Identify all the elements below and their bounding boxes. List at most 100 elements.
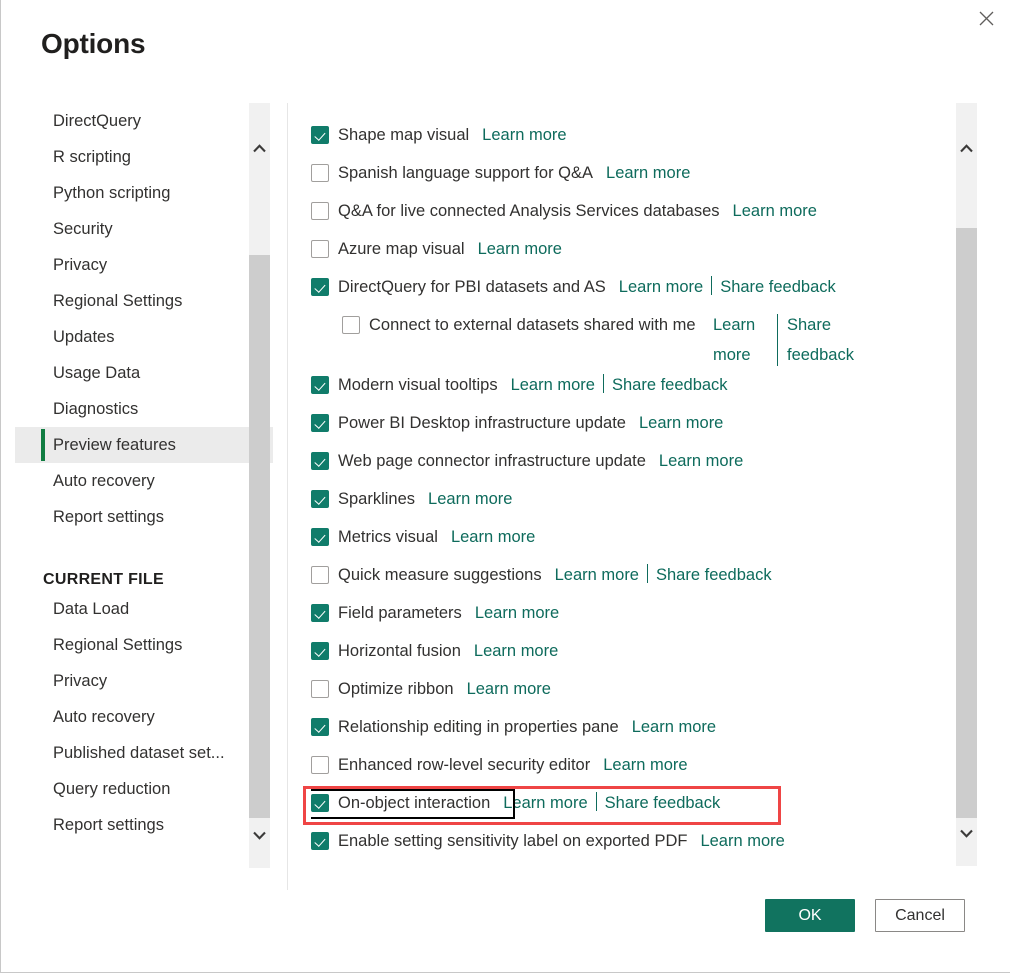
chevron-down-icon[interactable] <box>249 824 270 846</box>
sidebar-item-report-settings[interactable]: Report settings <box>15 807 273 843</box>
preview-feature-links: Learn more <box>733 196 817 226</box>
checkbox-horizontal-fusion[interactable] <box>311 642 329 660</box>
checkbox-metrics-visual[interactable] <box>311 528 329 546</box>
sidebar-item-directquery[interactable]: DirectQuery <box>15 103 273 139</box>
checkbox-modern-visual-tooltips[interactable] <box>311 376 329 394</box>
preview-feature-links: Learn more <box>475 598 559 628</box>
learn-more-link[interactable]: Learn more <box>511 370 595 400</box>
share-feedback-link[interactable]: Share feedback <box>612 370 728 400</box>
chevron-down-icon[interactable] <box>956 822 977 844</box>
close-icon[interactable] <box>963 1 1009 35</box>
learn-more-link[interactable]: Learn more <box>700 826 784 856</box>
preview-feature-row-relationship-editing-in-properties-pane: Relationship editing in properties pane L… <box>311 712 951 750</box>
share-feedback-link[interactable]: Share feedback <box>787 310 857 370</box>
learn-more-link[interactable]: Learn more <box>733 196 817 226</box>
checkbox-enable-setting-sensitivity-label-on-exported-pdf[interactable] <box>311 832 329 850</box>
checkbox-q-a-for-live-connected-analysis-services-databases[interactable] <box>311 202 329 220</box>
preview-feature-label: Connect to external datasets shared with… <box>369 316 696 334</box>
sidebar-item-r-scripting[interactable]: R scripting <box>15 139 273 175</box>
share-feedback-link[interactable]: Share feedback <box>720 272 836 302</box>
preview-feature-label: On-object interaction <box>338 794 491 812</box>
learn-more-link[interactable]: Learn more <box>619 272 703 302</box>
checkbox-spanish-language-support-for-q-a[interactable] <box>311 164 329 182</box>
checkbox-web-page-connector-infrastructure-update[interactable] <box>311 452 329 470</box>
sidebar-item-diagnostics[interactable]: Diagnostics <box>15 391 273 427</box>
learn-more-link[interactable]: Learn more <box>639 408 723 438</box>
sidebar-item-usage-data[interactable]: Usage Data <box>15 355 273 391</box>
learn-more-link[interactable]: Learn more <box>503 788 587 818</box>
preview-feature-row-q-a-for-live-connected-analysis-services-databases: Q&A for live connected Analysis Services… <box>311 196 951 234</box>
learn-more-link[interactable]: Learn more <box>659 446 743 476</box>
dialog-footer: OK Cancel <box>765 899 965 932</box>
cancel-button[interactable]: Cancel <box>875 899 965 932</box>
sidebar-item-report-settings[interactable]: Report settings <box>15 499 273 535</box>
learn-more-link[interactable]: Learn more <box>606 158 690 188</box>
checkbox-connect-to-external-datasets-shared-with-me[interactable] <box>342 316 360 334</box>
chevron-up-icon[interactable] <box>249 137 270 159</box>
sidebar-item-published-dataset-set[interactable]: Published dataset set... <box>15 735 273 771</box>
sidebar-item-security[interactable]: Security <box>15 211 273 247</box>
share-feedback-link[interactable]: Share feedback <box>656 560 772 590</box>
chevron-up-icon[interactable] <box>956 137 977 159</box>
preview-features-list: Shape map visual Learn more Spanish langua… <box>311 120 951 870</box>
checkbox-field-parameters[interactable] <box>311 604 329 622</box>
preview-feature-label: Metrics visual <box>338 528 438 546</box>
preview-feature-links: Learn more <box>659 446 743 476</box>
checkbox-azure-map-visual[interactable] <box>311 240 329 258</box>
learn-more-link[interactable]: Learn more <box>475 598 559 628</box>
learn-more-link[interactable]: Learn more <box>555 560 639 590</box>
preview-feature-links: Learn more Share feedback <box>503 788 720 818</box>
checkbox-enhanced-row-level-security-editor[interactable] <box>311 756 329 774</box>
checkbox-shape-map-visual[interactable] <box>311 126 329 144</box>
sidebar-item-auto-recovery[interactable]: Auto recovery <box>15 463 273 499</box>
preview-feature-row-field-parameters: Field parameters Learn more <box>311 598 951 636</box>
checkbox-sparklines[interactable] <box>311 490 329 508</box>
sidebar-item-privacy[interactable]: Privacy <box>15 247 273 283</box>
learn-more-link[interactable]: Learn more <box>603 750 687 780</box>
preview-feature-label: Power BI Desktop infrastructure update <box>338 414 626 432</box>
share-feedback-link[interactable]: Share feedback <box>605 788 721 818</box>
sidebar-item-regional-settings[interactable]: Regional Settings <box>15 627 273 663</box>
sidebar-item-data-load[interactable]: Data Load <box>15 591 273 627</box>
learn-more-link[interactable]: Learn more <box>632 712 716 742</box>
checkbox-quick-measure-suggestions[interactable] <box>311 566 329 584</box>
preview-feature-row-azure-map-visual: Azure map visual Learn more <box>311 234 951 272</box>
learn-more-link[interactable]: Learn more <box>474 636 558 666</box>
options-sidebar: DirectQuery R scripting Python scripting Se… <box>15 103 273 873</box>
learn-more-link[interactable]: Learn more <box>482 120 566 150</box>
preview-feature-row-sparklines: Sparklines Learn more <box>311 484 951 522</box>
sidebar-item-regional-settings[interactable]: Regional Settings <box>15 283 273 319</box>
sidebar-scrollbar[interactable] <box>249 103 270 868</box>
content-scrollbar-thumb[interactable] <box>956 228 977 818</box>
learn-more-link[interactable]: Learn more <box>478 234 562 264</box>
content-scrollbar[interactable] <box>956 103 977 866</box>
preview-feature-row-shape-map-visual: Shape map visual Learn more <box>311 120 951 158</box>
preview-feature-links: Learn more <box>606 158 690 188</box>
learn-more-link[interactable]: Learn more <box>451 522 535 552</box>
preview-feature-label: Sparklines <box>338 490 416 508</box>
sidebar-item-privacy[interactable]: Privacy <box>15 663 273 699</box>
checkbox-directquery-for-pbi-datasets-and-as[interactable] <box>311 278 329 296</box>
preview-feature-row-horizontal-fusion: Horizontal fusion Learn more <box>311 636 951 674</box>
preview-feature-links: Learn more Share feedback <box>713 310 857 370</box>
learn-more-link[interactable]: Learn more <box>713 310 769 370</box>
sidebar-scrollbar-thumb[interactable] <box>249 255 270 818</box>
preview-feature-links: Learn more <box>467 674 551 704</box>
checkbox-relationship-editing-in-properties-pane[interactable] <box>311 718 329 736</box>
checkbox-power-bi-desktop-infrastructure-update[interactable] <box>311 414 329 432</box>
sidebar-item-preview-features[interactable]: Preview features <box>15 427 273 463</box>
sidebar-item-auto-recovery[interactable]: Auto recovery <box>15 699 273 735</box>
learn-more-link[interactable]: Learn more <box>467 674 551 704</box>
ok-button[interactable]: OK <box>765 899 855 932</box>
preview-feature-row-power-bi-desktop-infrastructure-update: Power BI Desktop infrastructure update Le… <box>311 408 951 446</box>
sidebar-item-python-scripting[interactable]: Python scripting <box>15 175 273 211</box>
learn-more-link[interactable]: Learn more <box>428 484 512 514</box>
sidebar-item-query-reduction[interactable]: Query reduction <box>15 771 273 807</box>
link-separator <box>602 374 604 393</box>
checkbox-on-object-interaction[interactable] <box>311 794 329 812</box>
sidebar-item-updates[interactable]: Updates <box>15 319 273 355</box>
preview-feature-links: Learn more <box>603 750 687 780</box>
options-dialog: Options DirectQuery R scripting Python scr… <box>0 0 1010 973</box>
preview-feature-label: Relationship editing in properties pane <box>338 718 619 736</box>
checkbox-optimize-ribbon[interactable] <box>311 680 329 698</box>
